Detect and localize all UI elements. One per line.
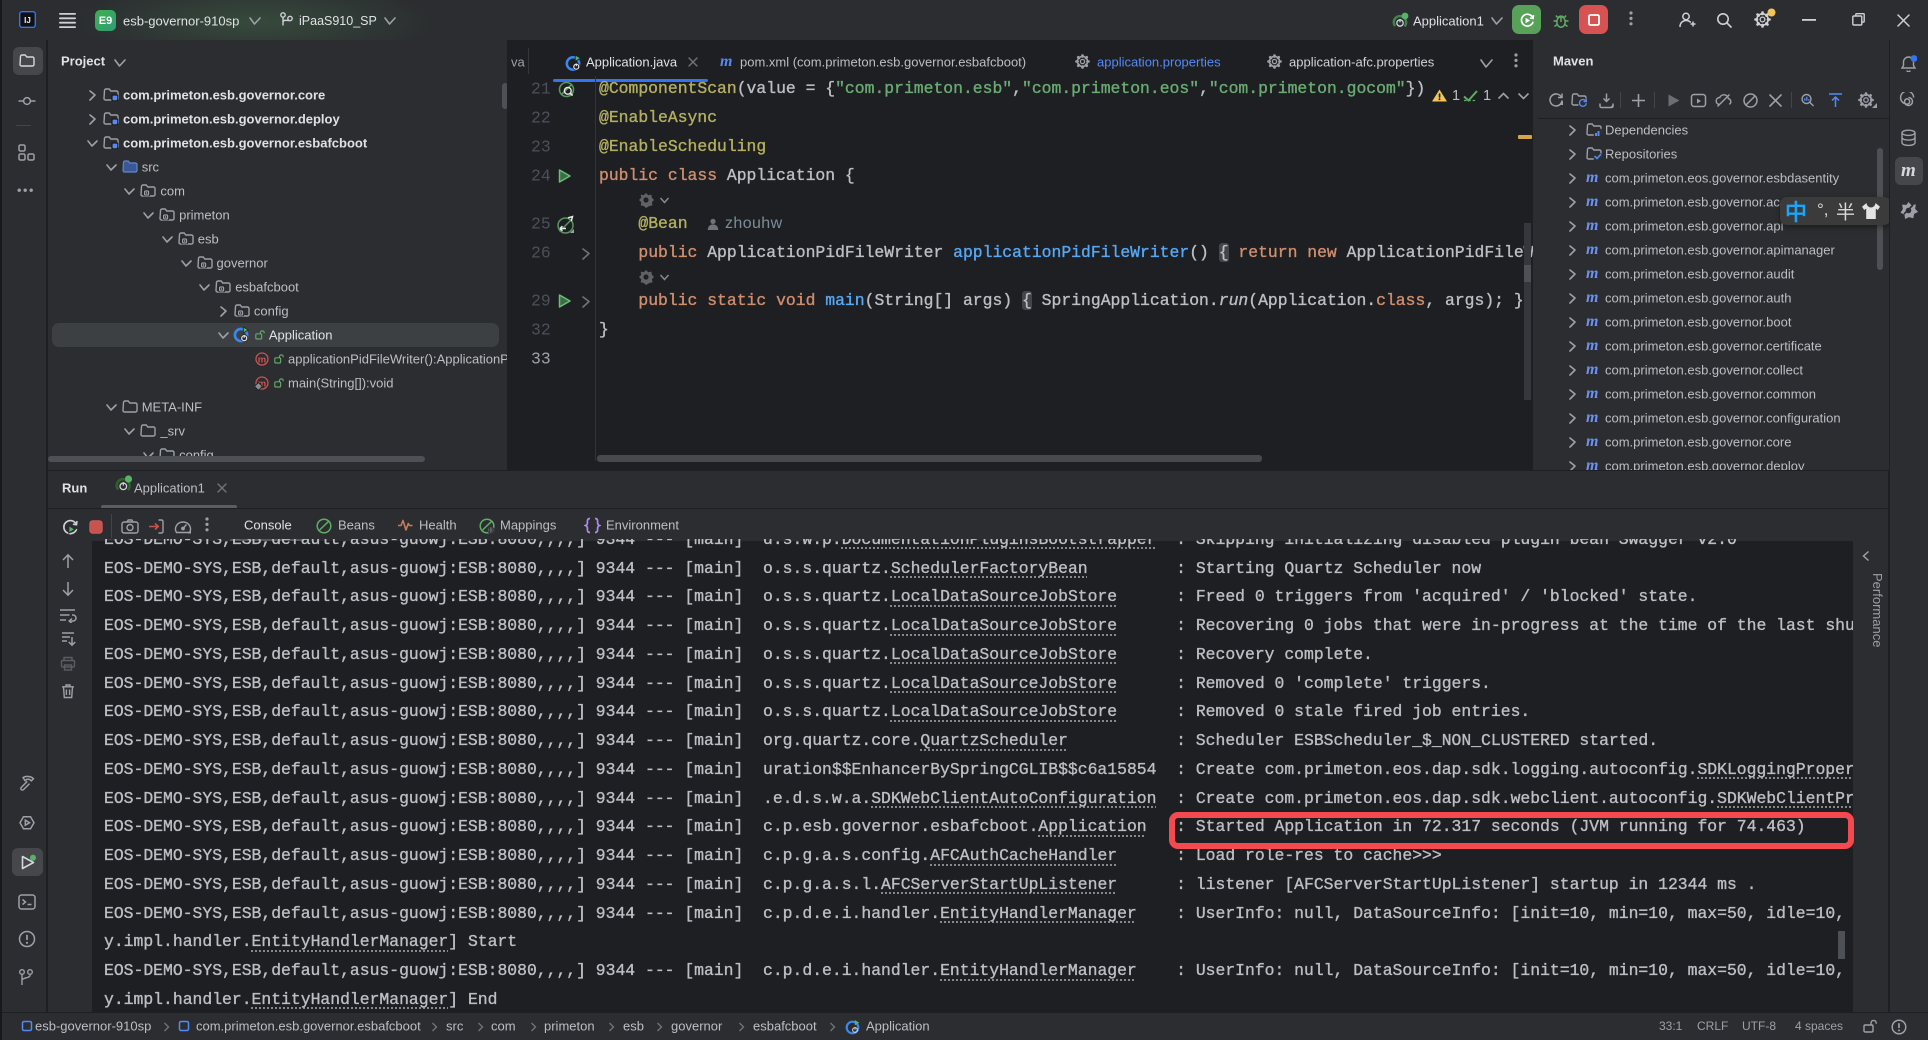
svg-text:IJ: IJ: [24, 16, 31, 25]
svg-text:m: m: [258, 354, 266, 365]
